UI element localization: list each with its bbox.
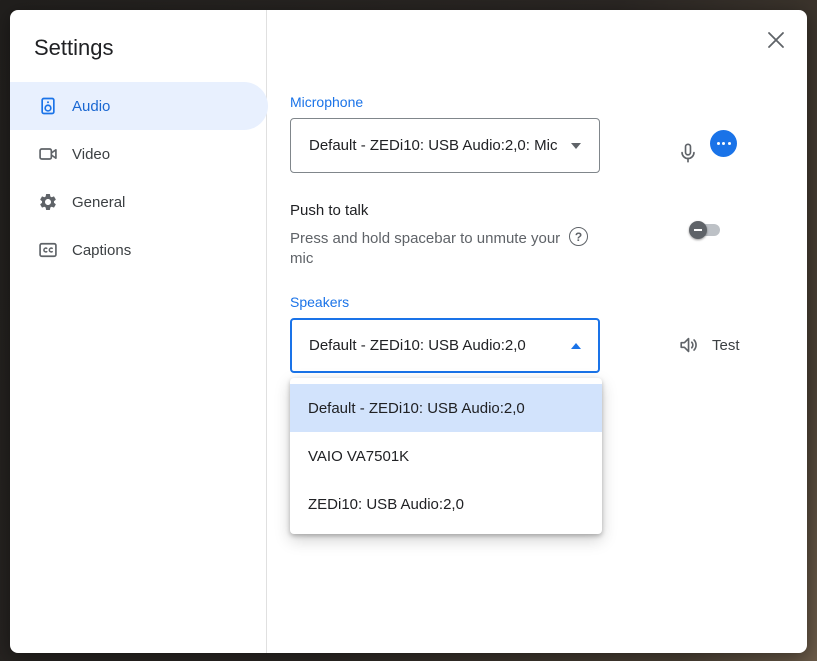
gear-icon	[38, 192, 58, 212]
mic-icon	[677, 142, 699, 164]
microphone-select-value: Default - ZEDi10: USB Audio:2,0: Mic	[309, 137, 557, 154]
toggle-knob	[689, 221, 707, 239]
volume-up-icon	[678, 334, 700, 356]
test-button-label: Test	[712, 337, 740, 354]
videocam-icon	[38, 144, 58, 164]
sidebar-item-video[interactable]: Video	[10, 130, 268, 178]
more-options-button[interactable]	[710, 130, 737, 157]
sidebar-item-label: Captions	[72, 242, 131, 259]
help-icon: ?	[575, 231, 582, 243]
sidebar-item-label: Video	[72, 146, 110, 163]
speaker-option[interactable]: VAIO VA7501K	[290, 432, 602, 480]
speakers-select[interactable]: Default - ZEDi10: USB Audio:2,0	[290, 318, 600, 373]
sidebar-item-audio[interactable]: Audio	[10, 82, 268, 130]
minus-icon	[694, 229, 702, 231]
microphone-label: Microphone	[290, 94, 363, 110]
help-button[interactable]: ?	[569, 227, 588, 246]
speaker-test-button[interactable]: Test	[678, 334, 740, 356]
sidebar-item-captions[interactable]: Captions	[10, 226, 268, 274]
speaker-option[interactable]: Default - ZEDi10: USB Audio:2,0	[290, 384, 602, 432]
speaker-icon	[38, 96, 58, 116]
chevron-down-icon	[571, 143, 581, 149]
push-to-talk-description: Press and hold spacebar to unmute your m…	[290, 229, 562, 269]
cc-icon	[38, 240, 58, 260]
speakers-dropdown-menu: Default - ZEDi10: USB Audio:2,0 VAIO VA7…	[290, 378, 602, 534]
speaker-option[interactable]: ZEDi10: USB Audio:2,0	[290, 480, 602, 528]
push-to-talk-title: Push to talk	[290, 202, 368, 219]
sidebar-item-label: General	[72, 194, 125, 211]
microphone-select[interactable]: Default - ZEDi10: USB Audio:2,0: Mic	[290, 118, 600, 173]
close-icon	[767, 31, 785, 49]
sidebar-item-label: Audio	[72, 98, 110, 115]
speakers-select-value: Default - ZEDi10: USB Audio:2,0	[309, 337, 526, 354]
settings-dialog: Settings Audio Video General	[10, 10, 807, 653]
more-options-icon	[717, 142, 720, 145]
speakers-label: Speakers	[290, 294, 349, 310]
sidebar: Audio Video General Captions	[10, 82, 268, 274]
close-button[interactable]	[761, 25, 791, 55]
push-to-talk-toggle[interactable]	[689, 221, 729, 239]
chevron-up-icon	[571, 343, 581, 349]
page-title: Settings	[34, 34, 114, 62]
sidebar-item-general[interactable]: General	[10, 178, 268, 226]
